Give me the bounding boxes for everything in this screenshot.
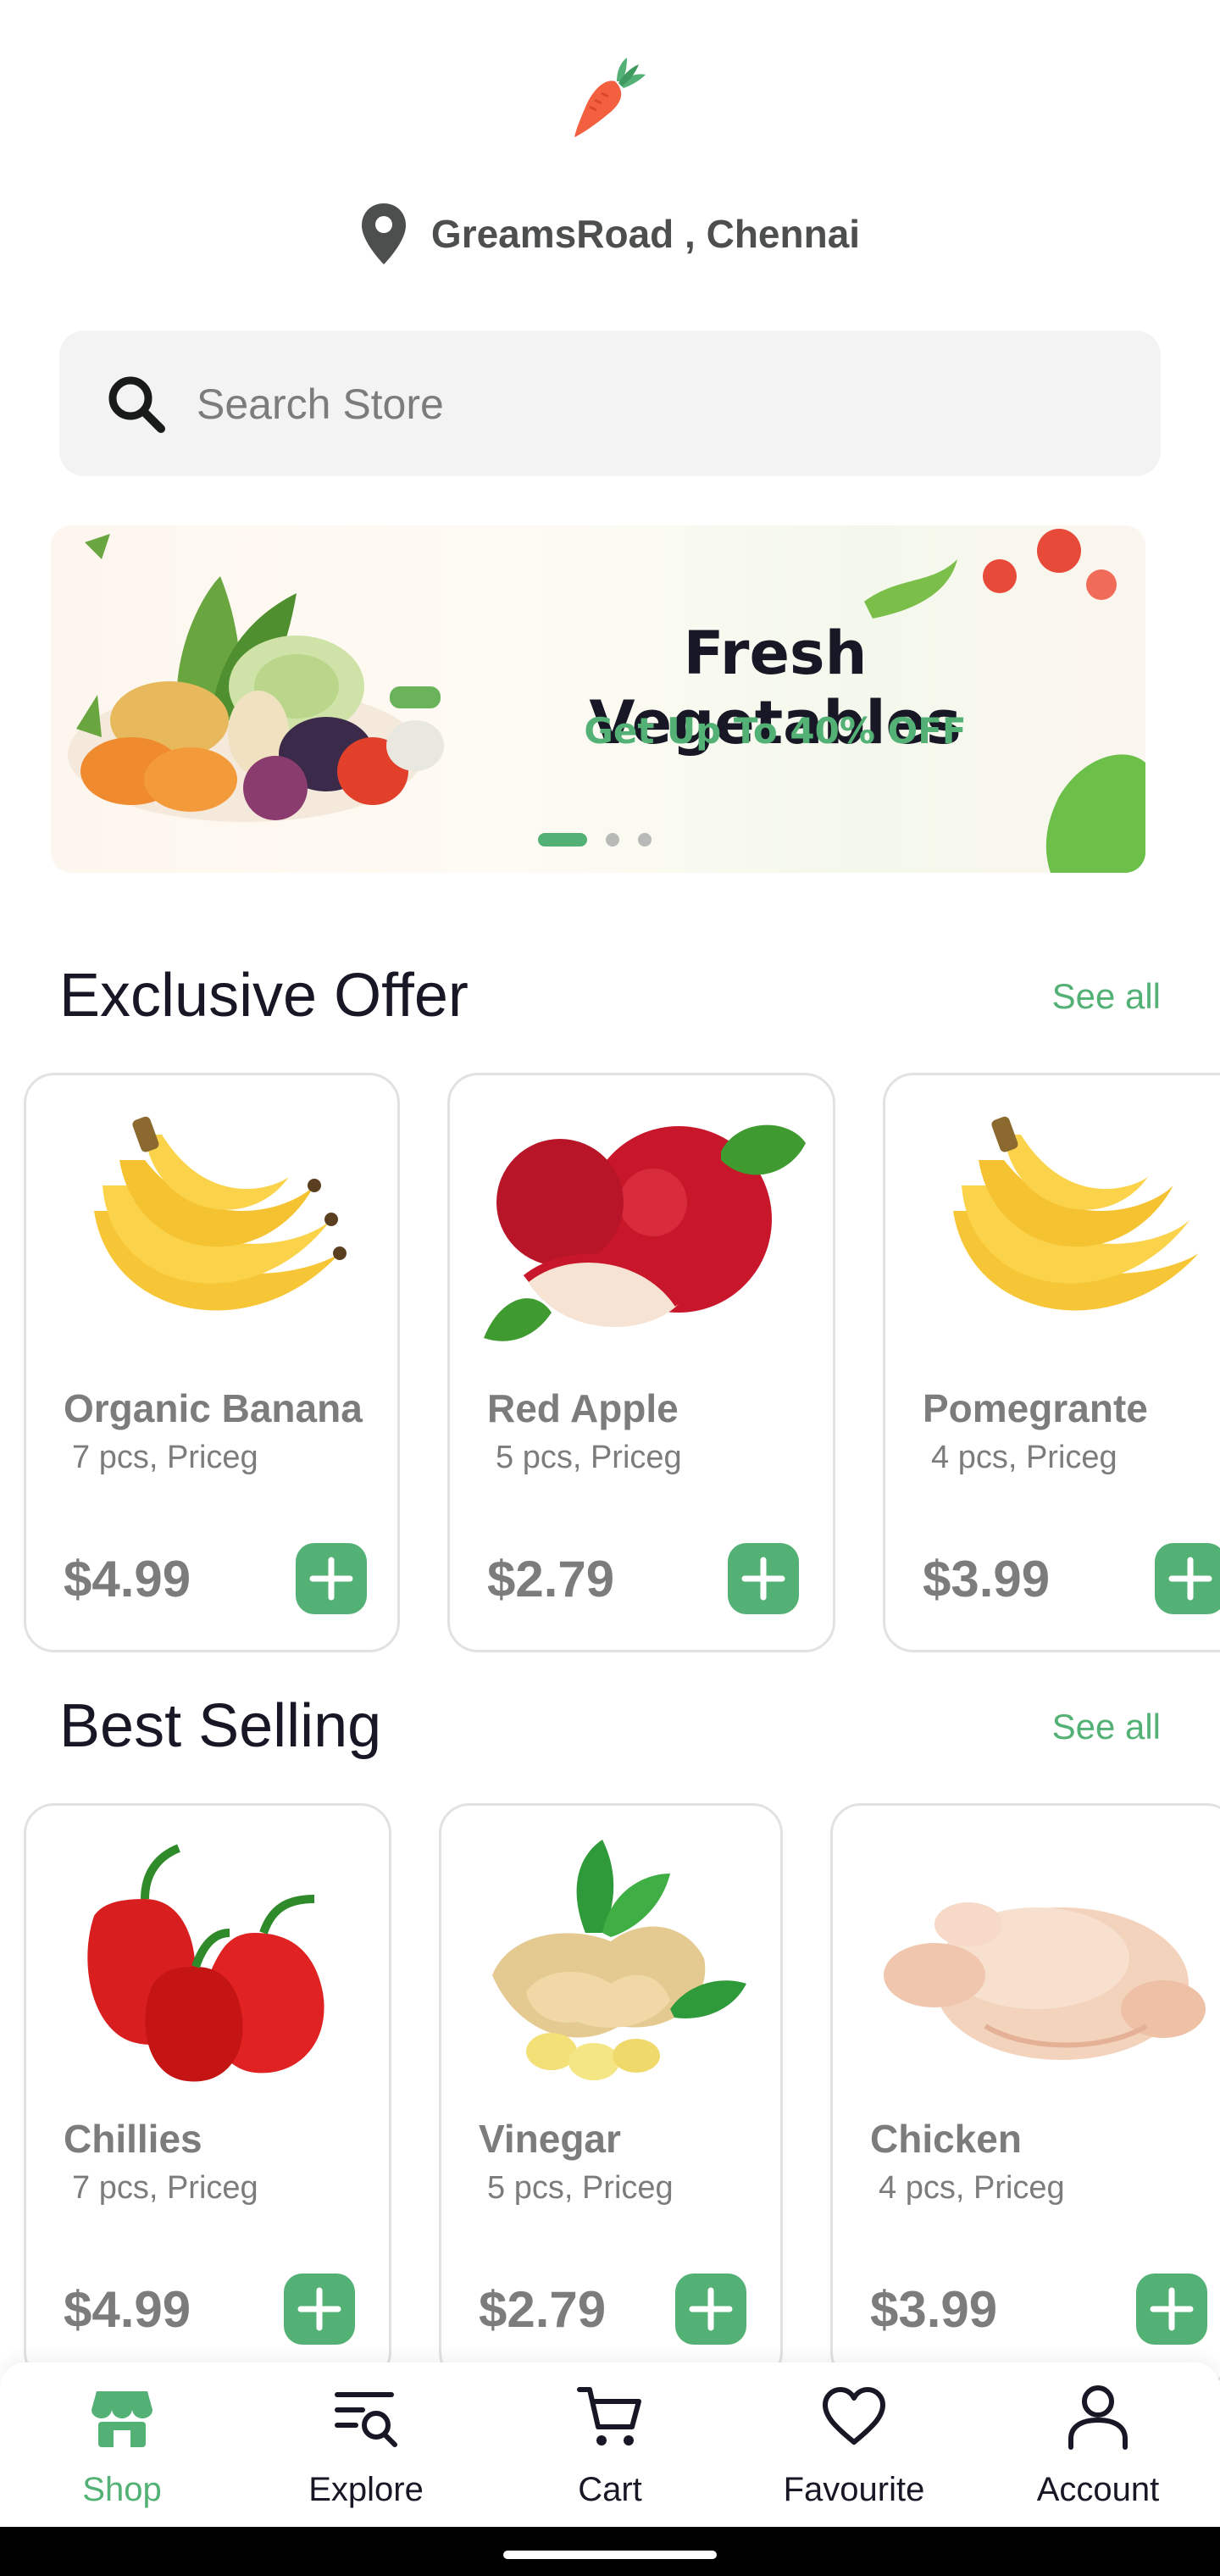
- product-price: $4.99: [64, 1551, 191, 1607]
- carousel-dot[interactable]: [606, 833, 619, 847]
- product-desc: 5 pcs, Priceg: [496, 1440, 682, 1475]
- search-input[interactable]: [195, 364, 1130, 444]
- bottom-navigation: Shop Explore Cart Favourite Account: [0, 2362, 1220, 2527]
- section-title-best-selling: Best Selling: [59, 1692, 382, 1760]
- product-name: Chillies: [64, 2117, 202, 2161]
- banner-subtitle: Get Up To 40% OFF: [584, 710, 967, 752]
- promo-banner[interactable]: Fresh Vegetables Get Up To 40% OFF: [51, 525, 1145, 873]
- nav-label-shop: Shop: [82, 2471, 162, 2508]
- product-price: $3.99: [923, 1551, 1051, 1607]
- product-card[interactable]: Chillies 7 pcs, Priceg $4.99: [24, 1803, 391, 2383]
- product-name: Chicken: [870, 2117, 1022, 2161]
- add-to-cart-button[interactable]: [675, 2273, 746, 2345]
- heart-icon: [823, 2387, 885, 2445]
- nav-item-account[interactable]: Account: [976, 2362, 1220, 2527]
- ginger-image: [492, 1840, 746, 2080]
- add-to-cart-button[interactable]: [296, 1543, 367, 1614]
- carousel-dot-active[interactable]: [538, 833, 587, 847]
- product-desc: 4 pcs, Priceg: [879, 2170, 1065, 2206]
- nav-item-favourite[interactable]: Favourite: [732, 2362, 976, 2527]
- plus-icon: [297, 2287, 341, 2331]
- product-price: $2.79: [479, 2281, 607, 2338]
- product-name: Organic Banana: [64, 1386, 363, 1430]
- explore-icon: [335, 2392, 397, 2447]
- store-icon: [92, 2391, 152, 2447]
- banana-image: [953, 1116, 1199, 1311]
- product-desc: 7 pcs, Priceg: [72, 2170, 258, 2206]
- plus-icon: [309, 1557, 353, 1601]
- home-indicator[interactable]: [503, 2551, 717, 2559]
- product-card[interactable]: Vinegar 5 pcs, Priceg $2.79: [439, 1803, 783, 2383]
- bell-pepper-image: [87, 1844, 324, 2082]
- product-desc: 7 pcs, Priceg: [72, 1440, 258, 1475]
- product-price: $2.79: [487, 1551, 615, 1607]
- search-bar[interactable]: [59, 330, 1161, 476]
- nav-item-explore[interactable]: Explore: [244, 2362, 488, 2527]
- product-desc: 4 pcs, Priceg: [931, 1440, 1117, 1475]
- add-to-cart-button[interactable]: [728, 1543, 799, 1614]
- location-selector[interactable]: GreamsRoad , Chennai: [0, 200, 1220, 268]
- nav-label-cart: Cart: [578, 2471, 642, 2508]
- see-all-best-selling[interactable]: See all: [1052, 1707, 1161, 1747]
- nav-label-favourite: Favourite: [783, 2471, 925, 2508]
- add-to-cart-button[interactable]: [1136, 2273, 1207, 2345]
- plus-icon: [689, 2287, 733, 2331]
- product-card[interactable]: Pomegrante 4 pcs, Priceg $3.99: [883, 1073, 1220, 1652]
- product-desc: 5 pcs, Priceg: [487, 2170, 674, 2206]
- nav-label-account: Account: [1036, 2471, 1160, 2508]
- nav-item-shop[interactable]: Shop: [0, 2362, 244, 2527]
- nav-label-explore: Explore: [308, 2471, 424, 2508]
- product-card[interactable]: Chicken 4 pcs, Priceg $3.99: [830, 1803, 1220, 2383]
- add-to-cart-button[interactable]: [1155, 1543, 1220, 1614]
- map-pin-icon: [361, 203, 406, 264]
- product-price: $3.99: [870, 2281, 998, 2338]
- cart-icon: [577, 2387, 641, 2446]
- nav-item-cart[interactable]: Cart: [488, 2362, 732, 2527]
- system-navigation-bar: [0, 2527, 1220, 2576]
- banana-image: [94, 1116, 347, 1311]
- search-icon: [108, 376, 165, 433]
- add-to-cart-button[interactable]: [284, 2273, 355, 2345]
- user-icon: [1068, 2385, 1128, 2450]
- apple-image: [484, 1124, 806, 1341]
- section-title-exclusive-offer: Exclusive Offer: [59, 962, 469, 1030]
- location-label: GreamsRoad , Chennai: [430, 212, 861, 256]
- chicken-image: [884, 1902, 1206, 2060]
- plus-icon: [1150, 2287, 1194, 2331]
- product-card[interactable]: Organic Banana 7 pcs, Priceg $4.99: [24, 1073, 400, 1652]
- carousel-dot[interactable]: [638, 833, 652, 847]
- carousel-indicator[interactable]: [538, 833, 652, 847]
- plus-icon: [741, 1557, 785, 1601]
- carrot-logo: [571, 56, 647, 141]
- product-name: Vinegar: [479, 2117, 621, 2161]
- product-price: $4.99: [64, 2281, 191, 2338]
- see-all-exclusive-offer[interactable]: See all: [1052, 976, 1161, 1017]
- product-card[interactable]: Red Apple 5 pcs, Priceg $2.79: [447, 1073, 835, 1652]
- product-name: Red Apple: [487, 1386, 679, 1430]
- plus-icon: [1168, 1557, 1212, 1601]
- product-name: Pomegrante: [923, 1386, 1148, 1430]
